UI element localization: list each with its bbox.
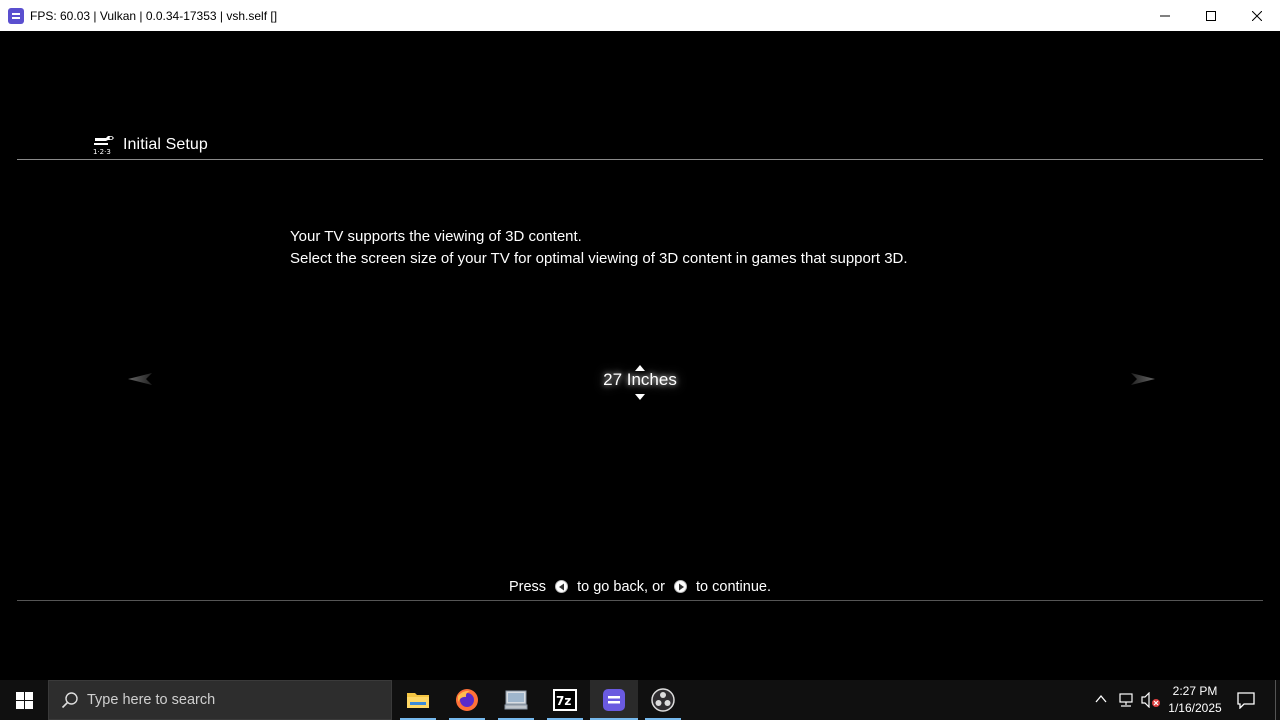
close-button[interactable] bbox=[1234, 0, 1280, 31]
taskbar-rpcs3[interactable] bbox=[590, 680, 638, 720]
taskbar-obs[interactable] bbox=[639, 680, 687, 720]
emulator-viewport[interactable]: 1·2·3 Initial Setup Your TV supports the… bbox=[0, 31, 1280, 680]
volume-muted-icon[interactable] bbox=[1141, 692, 1161, 708]
7zip-icon: 7z bbox=[553, 689, 577, 711]
window-titlebar[interactable]: FPS: 60.03 | Vulkan | 0.0.34-17353 | vsh… bbox=[0, 0, 1280, 31]
next-arrow-icon[interactable] bbox=[1129, 372, 1155, 386]
minimize-button[interactable] bbox=[1142, 0, 1188, 31]
clock-time: 2:27 PM bbox=[1172, 684, 1218, 698]
rpcs3-app-icon bbox=[8, 7, 24, 24]
taskbar-search[interactable]: Type here to search bbox=[48, 680, 392, 720]
windows-logo-icon bbox=[15, 691, 33, 709]
taskbar-7zip[interactable]: 7z bbox=[541, 680, 589, 720]
taskbar-network-drive[interactable] bbox=[492, 680, 540, 720]
system-clock[interactable]: 2:27 PM 1/16/2025 bbox=[1162, 683, 1228, 717]
setup-message: Your TV supports the viewing of 3D conte… bbox=[290, 226, 908, 270]
start-button[interactable] bbox=[0, 680, 48, 720]
firefox-icon bbox=[456, 689, 478, 711]
maximize-button[interactable] bbox=[1188, 0, 1234, 31]
dpad-left-icon bbox=[555, 579, 569, 593]
hint-back-text: to go back, or bbox=[577, 579, 665, 596]
hint-press-text: Press bbox=[508, 579, 547, 596]
computer-icon bbox=[504, 690, 528, 710]
svg-text:7z: 7z bbox=[556, 694, 571, 708]
window-title: FPS: 60.03 | Vulkan | 0.0.34-17353 | vsh… bbox=[30, 8, 278, 23]
chevron-up-icon[interactable] bbox=[1094, 692, 1108, 706]
taskbar-file-explorer[interactable] bbox=[394, 680, 442, 720]
rpcs3-icon bbox=[603, 689, 625, 711]
screen-size-selector[interactable]: 27 Inches bbox=[590, 364, 690, 400]
navigation-hint: Press to go back, or to continue. bbox=[0, 579, 1280, 595]
svg-text:1·2·3: 1·2·3 bbox=[93, 148, 111, 156]
network-icon[interactable] bbox=[1117, 692, 1135, 708]
setup-header: 1·2·3 Initial Setup bbox=[92, 134, 208, 156]
notification-icon[interactable] bbox=[1236, 691, 1256, 709]
header-divider bbox=[17, 159, 1263, 160]
minimize-icon bbox=[1160, 15, 1170, 16]
clock-date: 1/16/2025 bbox=[1168, 701, 1222, 715]
window-controls bbox=[1142, 0, 1280, 31]
message-line-2: Select the screen size of your TV for op… bbox=[290, 250, 908, 267]
search-icon bbox=[61, 692, 78, 709]
close-icon bbox=[1252, 10, 1262, 21]
dpad-right-icon bbox=[674, 579, 687, 593]
search-placeholder: Type here to search bbox=[87, 692, 216, 708]
folder-icon bbox=[407, 693, 429, 708]
page-title: Initial Setup bbox=[123, 136, 208, 153]
screen-size-value: 27 Inches bbox=[603, 370, 677, 389]
hint-continue-text: to continue. bbox=[696, 579, 772, 596]
taskbar-firefox[interactable] bbox=[443, 680, 491, 720]
show-desktop-button[interactable] bbox=[1275, 680, 1276, 720]
chevron-down-icon[interactable] bbox=[635, 394, 645, 400]
maximize-icon bbox=[1206, 10, 1216, 21]
message-line-1: Your TV supports the viewing of 3D conte… bbox=[290, 228, 582, 245]
tools-123-icon: 1·2·3 bbox=[93, 136, 114, 156]
footer-divider bbox=[17, 600, 1263, 601]
previous-arrow-icon[interactable] bbox=[128, 372, 154, 386]
windows-taskbar: Type here to search 7z 2:27 PM 1/16/2025 bbox=[0, 680, 1280, 720]
obs-icon bbox=[651, 688, 675, 712]
